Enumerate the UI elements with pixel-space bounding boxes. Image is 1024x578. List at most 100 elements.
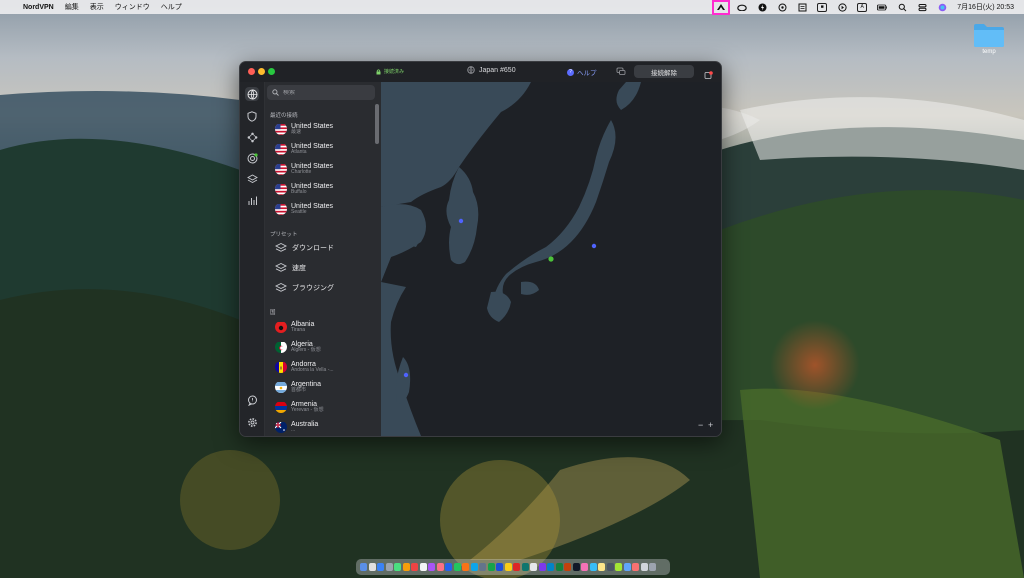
- country-item-argentina[interactable]: Argentina 首都市: [267, 377, 371, 397]
- meshnet-icon[interactable]: [245, 130, 259, 144]
- dock-app-calendar[interactable]: [411, 563, 418, 571]
- preset-item-browsing[interactable]: ブラウジング: [267, 278, 371, 298]
- dock-app-contacts[interactable]: [530, 563, 537, 571]
- dock-app-pages[interactable]: [462, 563, 469, 571]
- dock-app-youtube[interactable]: [632, 563, 639, 571]
- country-city: Andorra la Vella -...: [291, 367, 334, 374]
- recent-item[interactable]: United States 最速: [267, 119, 371, 139]
- country-item-algeria[interactable]: Algeria Algiers - 仮想: [267, 337, 371, 357]
- menu-window[interactable]: ウィンドウ: [115, 2, 150, 12]
- recent-item[interactable]: United States Seattle: [267, 199, 371, 219]
- bolt-icon[interactable]: [757, 3, 767, 12]
- dock-app-messages[interactable]: [394, 563, 401, 571]
- siri-icon[interactable]: [937, 3, 947, 12]
- dock-app-word[interactable]: [547, 563, 554, 571]
- country-item-albania[interactable]: Albania Tirana: [267, 317, 371, 337]
- dock-app-news[interactable]: [513, 563, 520, 571]
- dock-app-notes[interactable]: [402, 563, 410, 571]
- country-item-armenia[interactable]: Armenia Yerevan - 仮想: [267, 397, 371, 417]
- maximize-button[interactable]: [268, 68, 275, 75]
- dock-app-photos[interactable]: [504, 563, 512, 571]
- dock-app-excel[interactable]: [555, 563, 563, 571]
- menu-help[interactable]: ヘルプ: [161, 2, 182, 12]
- notification-icon[interactable]: [704, 67, 713, 79]
- dock-app-terminal[interactable]: [479, 563, 486, 571]
- dock-app-trash[interactable]: [649, 563, 656, 571]
- server-dot-korea[interactable]: [458, 218, 464, 224]
- lock-icon: [376, 68, 381, 74]
- settings-gear-icon[interactable]: [245, 415, 259, 429]
- search-box[interactable]: [267, 85, 375, 100]
- stats-icon[interactable]: [245, 193, 259, 207]
- creative-cloud-icon[interactable]: [737, 3, 747, 12]
- play-icon[interactable]: [837, 2, 847, 12]
- dock-app-facetime[interactable]: [453, 563, 461, 571]
- nordvpn-menubar-icon[interactable]: [712, 0, 731, 15]
- dock-app-keynote[interactable]: [496, 563, 503, 571]
- dock-app-launchpad[interactable]: [368, 563, 376, 571]
- dock: [356, 559, 670, 575]
- dock-app-numbers[interactable]: [487, 563, 495, 571]
- text-input-a-icon[interactable]: A: [857, 2, 868, 12]
- dock-app-mail[interactable]: [470, 563, 478, 571]
- search-icon[interactable]: [897, 3, 907, 12]
- menu-edit[interactable]: 編集: [65, 2, 79, 12]
- dock-app-zoom[interactable]: [623, 563, 631, 571]
- dock-app-appstore[interactable]: [445, 563, 452, 571]
- dock-app-teams[interactable]: [538, 563, 546, 571]
- dock-app-finder[interactable]: [360, 563, 367, 571]
- dock-app-reminders[interactable]: [419, 563, 427, 571]
- minimize-button[interactable]: [258, 68, 265, 75]
- desktop-folder-temp[interactable]: temp: [971, 22, 1007, 55]
- dock-app-downloads[interactable]: [640, 563, 648, 571]
- us-flag-icon: [275, 123, 287, 135]
- dock-app-preview[interactable]: [589, 563, 597, 571]
- preset-item-download[interactable]: ダウンロード: [267, 238, 371, 258]
- dock-app-podcasts[interactable]: [428, 563, 435, 571]
- menu-view[interactable]: 表示: [90, 2, 104, 12]
- country-item-australia[interactable]: Australia...: [267, 417, 371, 436]
- search-input[interactable]: [283, 89, 363, 96]
- dock-app-powerpoint[interactable]: [564, 563, 571, 571]
- dock-app-misc[interactable]: [581, 563, 588, 571]
- note-icon[interactable]: [797, 3, 807, 12]
- server-map[interactable]: − +: [381, 82, 721, 436]
- recent-item[interactable]: United States Charlotte: [267, 159, 371, 179]
- preset-item-speed[interactable]: 速度: [267, 258, 371, 278]
- battery-icon[interactable]: [877, 3, 888, 12]
- globe-nav-icon[interactable]: [245, 87, 259, 101]
- layers-icon: [275, 262, 287, 272]
- close-button[interactable]: [248, 68, 255, 75]
- dock-app-music[interactable]: [436, 563, 444, 571]
- dock-app-safari[interactable]: [377, 563, 384, 571]
- server-dot-taiwan[interactable]: [403, 372, 409, 378]
- battery-box-icon[interactable]: ■: [817, 2, 828, 12]
- us-flag-icon: [275, 143, 287, 155]
- shield-icon[interactable]: [245, 109, 259, 123]
- layers-icon[interactable]: [245, 172, 259, 186]
- zoom-out-button[interactable]: −: [698, 420, 703, 430]
- server-dot-connected[interactable]: [548, 256, 554, 262]
- recent-item[interactable]: United States Atlanta: [267, 139, 371, 159]
- zoom-in-button[interactable]: +: [708, 420, 713, 430]
- disconnect-button[interactable]: 接続解除: [634, 65, 694, 78]
- server-dot-tokyo[interactable]: [591, 243, 597, 249]
- support-chat-icon[interactable]: [245, 393, 259, 407]
- dock-app-settings[interactable]: [385, 563, 393, 571]
- dock-app-line[interactable]: [615, 563, 622, 571]
- window-titlebar[interactable]: 接続済み Japan #650 ? ヘルプ 接続解除: [240, 62, 721, 83]
- recent-item[interactable]: United States Buffalo: [267, 179, 371, 199]
- dock-app-maps[interactable]: [521, 563, 529, 571]
- help-link[interactable]: ? ヘルプ: [567, 67, 597, 77]
- dock-app-activity[interactable]: [606, 563, 614, 571]
- control-center-icon[interactable]: [917, 3, 927, 12]
- dock-app-stickies[interactable]: [598, 563, 605, 571]
- radio-icon[interactable]: [777, 3, 787, 12]
- dock-app-nordvpn[interactable]: [572, 563, 580, 571]
- menubar-clock[interactable]: 7月16日(火) 20:53: [957, 2, 1014, 12]
- country-item-andorra[interactable]: Andorra Andorra la Vella -...: [267, 357, 371, 377]
- threat-protection-icon[interactable]: [245, 151, 259, 165]
- list-scrollbar[interactable]: [375, 104, 379, 144]
- app-menu-nordvpn[interactable]: NordVPN: [23, 4, 54, 11]
- chat-icon[interactable]: [616, 67, 626, 76]
